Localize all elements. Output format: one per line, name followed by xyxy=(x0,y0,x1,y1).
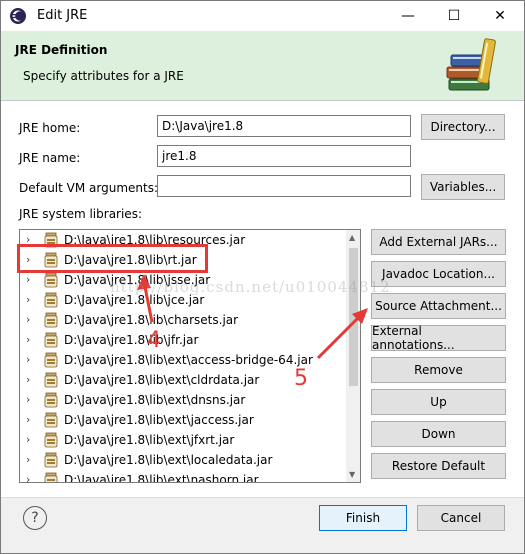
source-attachment-button[interactable]: Source Attachment... xyxy=(371,293,506,319)
jar-icon xyxy=(44,372,58,388)
library-row[interactable]: › D:\Java\jre1.8\lib\ext\jaccess.jar xyxy=(20,410,346,430)
dialog-footer: ? Finish Cancel xyxy=(1,498,524,553)
library-row[interactable]: › D:\Java\jre1.8\lib\ext\localedata.jar xyxy=(20,450,346,470)
banner-subtitle: Specify attributes for a JRE xyxy=(23,69,184,83)
down-button[interactable]: Down xyxy=(371,421,506,447)
jar-icon xyxy=(44,472,58,482)
minimize-button[interactable]: — xyxy=(385,1,431,31)
maximize-icon: ☐ xyxy=(447,8,461,24)
maximize-button[interactable]: ☐ xyxy=(431,1,477,31)
library-path: D:\Java\jre1.8\lib\ext\localedata.jar xyxy=(64,453,273,467)
library-row[interactable]: › D:\Java\jre1.8\lib\ext\nashorn.jar xyxy=(20,470,346,483)
jar-icon xyxy=(44,432,58,448)
expand-chevron-icon[interactable]: › xyxy=(26,333,30,346)
jre-name-field[interactable]: jre1.8 xyxy=(157,145,411,167)
watermark-text: http://blog.csdn.net/u010044812 xyxy=(110,278,391,296)
library-path: D:\Java\jre1.8\lib\ext\dnsns.jar xyxy=(64,393,246,407)
vm-args-label: Default VM arguments: xyxy=(19,181,159,195)
annotation-number-4: 4 xyxy=(147,328,161,353)
close-icon: ✕ xyxy=(494,8,506,24)
window-title: Edit JRE xyxy=(37,8,88,23)
jar-icon xyxy=(44,332,58,348)
library-row[interactable]: › D:\Java\jre1.8\lib\ext\jfxrt.jar xyxy=(20,430,346,450)
library-row[interactable]: › D:\Java\jre1.8\lib\jfr.jar xyxy=(20,330,346,350)
jre-name-label: JRE name: xyxy=(19,151,81,165)
dialog-content: JRE home: D:\Java\jre1.8 Directory... JR… xyxy=(1,101,524,498)
expand-chevron-icon[interactable]: › xyxy=(26,473,30,482)
cancel-button[interactable]: Cancel xyxy=(417,505,505,531)
finish-button[interactable]: Finish xyxy=(319,505,407,531)
help-icon[interactable]: ? xyxy=(23,506,47,530)
jar-icon xyxy=(44,272,58,288)
jar-icon xyxy=(44,392,58,408)
restore-default-button[interactable]: Restore Default xyxy=(371,453,506,479)
banner-heading: JRE Definition xyxy=(15,43,108,57)
external-annotations-button[interactable]: External annotations... xyxy=(371,324,506,352)
scroll-down-icon[interactable]: ▼ xyxy=(349,470,355,479)
jar-icon xyxy=(44,452,58,468)
rt-jar-highlight-box xyxy=(17,244,208,273)
expand-chevron-icon[interactable]: › xyxy=(26,413,30,426)
expand-chevron-icon[interactable]: › xyxy=(26,313,30,326)
libraries-label: JRE system libraries: xyxy=(19,207,142,221)
library-path: D:\Java\jre1.8\lib\ext\cldrdata.jar xyxy=(64,373,260,387)
library-row[interactable]: › D:\Java\jre1.8\lib\charsets.jar xyxy=(20,310,346,330)
remove-button[interactable]: Remove xyxy=(371,357,506,383)
eclipse-app-icon xyxy=(10,8,26,24)
dialog-banner: JRE Definition Specify attributes for a … xyxy=(1,31,524,101)
libraries-scrollbar[interactable]: ▲ ▼ xyxy=(346,230,360,482)
jar-icon xyxy=(44,292,58,308)
directory-button[interactable]: Directory... xyxy=(421,114,505,140)
jar-icon xyxy=(44,412,58,428)
scrollbar-thumb[interactable] xyxy=(349,248,358,386)
edit-jre-dialog: Edit JRE — ☐ ✕ JRE Definition Specify at… xyxy=(0,0,525,554)
variables-button[interactable]: Variables... xyxy=(421,174,505,200)
expand-chevron-icon[interactable]: › xyxy=(26,393,30,406)
close-button[interactable]: ✕ xyxy=(477,1,523,31)
library-path: D:\Java\jre1.8\lib\ext\access-bridge-64.… xyxy=(64,353,313,367)
expand-chevron-icon[interactable]: › xyxy=(26,453,30,466)
jre-home-label: JRE home: xyxy=(19,121,81,135)
jar-icon xyxy=(44,352,58,368)
books-icon xyxy=(446,38,496,91)
library-path: D:\Java\jre1.8\lib\ext\nashorn.jar xyxy=(64,473,259,483)
library-path: D:\Java\jre1.8\lib\jfr.jar xyxy=(64,333,199,347)
expand-chevron-icon[interactable]: › xyxy=(26,353,30,366)
minimize-icon: — xyxy=(401,8,415,24)
library-path: D:\Java\jre1.8\lib\charsets.jar xyxy=(64,313,239,327)
expand-chevron-icon[interactable]: › xyxy=(26,433,30,446)
expand-chevron-icon[interactable]: › xyxy=(26,293,30,306)
scroll-up-icon[interactable]: ▲ xyxy=(349,233,355,242)
expand-chevron-icon[interactable]: › xyxy=(26,273,30,286)
library-row[interactable]: › D:\Java\jre1.8\lib\ext\dnsns.jar xyxy=(20,390,346,410)
jar-icon xyxy=(44,312,58,328)
annotation-number-5: 5 xyxy=(294,366,308,391)
library-path: D:\Java\jre1.8\lib\ext\jfxrt.jar xyxy=(64,433,235,447)
expand-chevron-icon[interactable]: › xyxy=(26,373,30,386)
add-external-jars-button[interactable]: Add External JARs... xyxy=(371,229,506,255)
up-button[interactable]: Up xyxy=(371,389,506,415)
vm-args-field[interactable] xyxy=(157,175,411,197)
javadoc-location-button[interactable]: Javadoc Location... xyxy=(371,261,506,287)
title-bar: Edit JRE — ☐ ✕ xyxy=(1,1,524,31)
library-path: D:\Java\jre1.8\lib\ext\jaccess.jar xyxy=(64,413,254,427)
jre-home-field[interactable]: D:\Java\jre1.8 xyxy=(157,115,411,137)
